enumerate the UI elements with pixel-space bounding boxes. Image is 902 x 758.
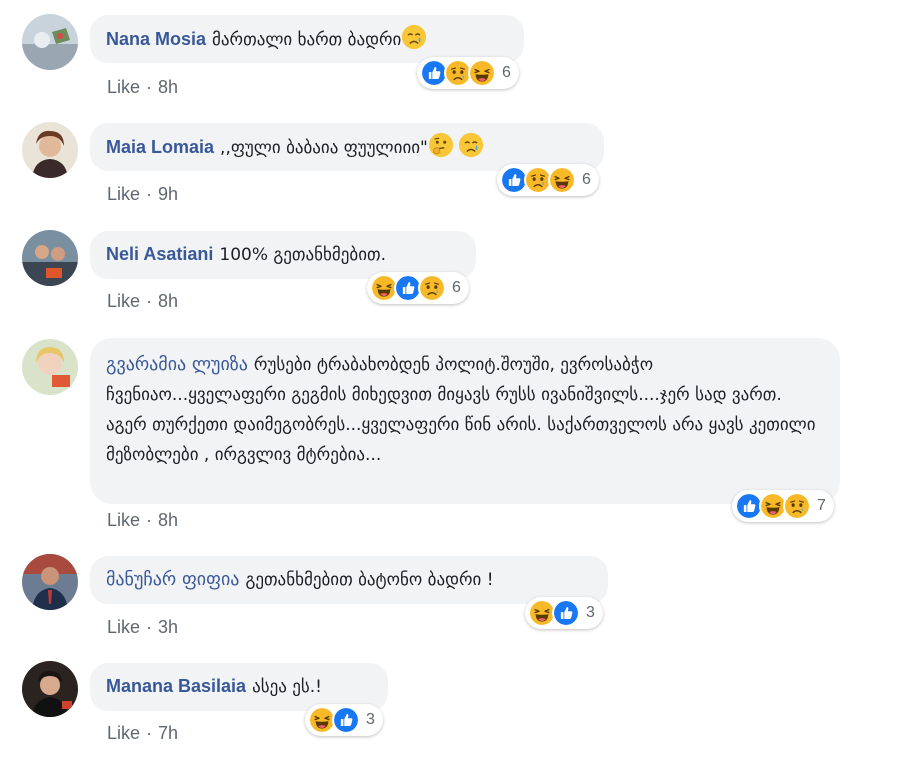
reactions-summary[interactable]: 3: [305, 704, 383, 736]
comment-bubble: გვარამია ლუიზა რუსები ტრაბახობდენ პოლიტ.შ…: [90, 338, 840, 504]
thinking-face-icon: [428, 132, 454, 158]
like-link[interactable]: Like: [107, 510, 140, 530]
comment-meta: Like · 3h: [107, 617, 178, 638]
like-link[interactable]: Like: [107, 184, 140, 204]
avatar[interactable]: [22, 122, 78, 178]
comment-author[interactable]: Maia Lomaia: [106, 137, 214, 157]
comment-author[interactable]: გვარამია ლუიზა: [106, 354, 248, 375]
comment-text: გეთანხმებით ბატონო ბადრი !: [245, 570, 494, 590]
like-link[interactable]: Like: [107, 291, 140, 311]
reaction-count: 6: [502, 64, 511, 81]
sad-reaction-icon: [418, 274, 446, 302]
reactions-summary[interactable]: 3: [525, 597, 603, 629]
reaction-count: 3: [366, 711, 375, 728]
comment-author[interactable]: Manana Basilaia: [106, 676, 246, 696]
like-reaction-icon: [332, 706, 360, 734]
comment-text: ასეა ეს.!: [252, 677, 322, 697]
crying-face-icon: [401, 24, 427, 50]
comment-meta: Like · 7h: [107, 723, 178, 744]
avatar[interactable]: [22, 554, 78, 610]
separator-dot: ·: [146, 77, 153, 97]
comment-time[interactable]: 3h: [158, 617, 178, 637]
comment-text: 100% გეთანხმებით.: [219, 245, 387, 265]
avatar[interactable]: [22, 339, 78, 395]
avatar[interactable]: [22, 14, 78, 70]
comment-text: მართალი ხართ ბადრი: [212, 30, 402, 50]
avatar[interactable]: [22, 661, 78, 717]
separator-dot: ·: [146, 291, 153, 311]
like-link[interactable]: Like: [107, 617, 140, 637]
reactions-summary[interactable]: 6: [367, 272, 469, 304]
comment-time[interactable]: 8h: [158, 291, 178, 311]
avatar[interactable]: [22, 230, 78, 286]
crying-face-icon: [458, 132, 484, 158]
separator-dot: ·: [146, 510, 153, 530]
reaction-count: 7: [817, 497, 826, 514]
comment-time[interactable]: 7h: [158, 723, 178, 743]
reactions-summary[interactable]: 6: [497, 164, 599, 196]
reaction-count: 3: [586, 604, 595, 621]
like-link[interactable]: Like: [107, 723, 140, 743]
reactions-summary[interactable]: 6: [417, 57, 519, 89]
comment-meta: Like · 8h: [107, 291, 178, 312]
comment-meta: Like · 9h: [107, 184, 178, 205]
like-link[interactable]: Like: [107, 77, 140, 97]
comment-text: ,,ფული ბაბაია ფუულიიი": [220, 138, 428, 158]
comment-time[interactable]: 8h: [158, 77, 178, 97]
like-reaction-icon: [552, 599, 580, 627]
separator-dot: ·: [146, 184, 153, 204]
comment-time[interactable]: 9h: [158, 184, 178, 204]
comment-author[interactable]: Neli Asatiani: [106, 244, 213, 264]
haha-reaction-icon: [548, 166, 576, 194]
reaction-count: 6: [452, 279, 461, 296]
reactions-summary[interactable]: 7: [732, 490, 834, 522]
comment-author[interactable]: Nana Mosia: [106, 29, 206, 49]
comment-bubble: Nana Mosia მართალი ხართ ბადრი: [90, 15, 524, 63]
comment-time[interactable]: 8h: [158, 510, 178, 530]
separator-dot: ·: [146, 723, 153, 743]
comment-author[interactable]: მანუჩარ ფიფია: [106, 569, 239, 590]
sad-reaction-icon: [783, 492, 811, 520]
comment-meta: Like · 8h: [107, 510, 178, 531]
separator-dot: ·: [146, 617, 153, 637]
comment-bubble: მანუჩარ ფიფია გეთანხმებით ბატონო ბადრი !: [90, 556, 608, 604]
comment-meta: Like · 8h: [107, 77, 178, 98]
reaction-count: 6: [582, 171, 591, 188]
haha-reaction-icon: [468, 59, 496, 87]
